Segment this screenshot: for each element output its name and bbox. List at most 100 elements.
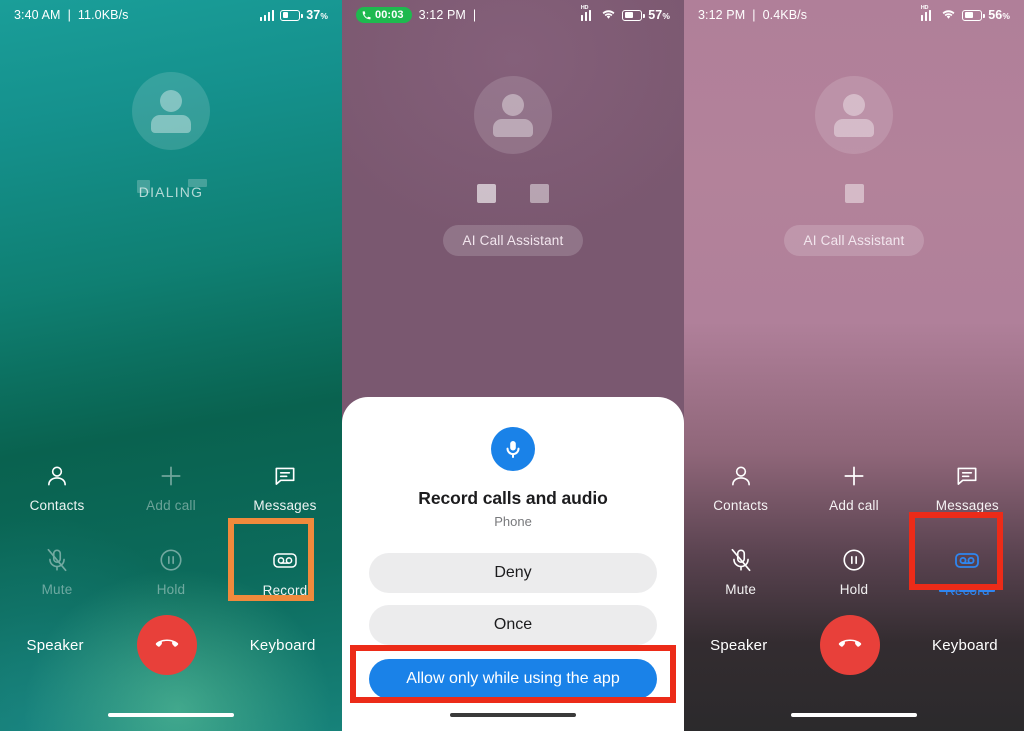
end-call-button[interactable] [136,615,197,675]
status-bar-right: HD 56% [920,5,1010,23]
battery-icon [622,9,645,21]
control-record[interactable]: Record [228,536,342,608]
once-button[interactable]: Once [369,605,657,645]
control-label: Record [262,583,308,598]
control-record[interactable]: Record [911,536,1024,608]
control-label: Hold [839,582,869,597]
control-add-call[interactable]: Add call [114,452,228,524]
control-add-call[interactable]: Add call [797,452,910,524]
call-controls-grid: Contacts Add call Messages Mute Hold Rec… [684,452,1024,608]
person-avatar-icon [132,72,210,150]
control-label: Hold [156,582,186,597]
bottom-action-row: Speaker Keyboard [684,615,1024,675]
caller-info: AI Call Assistant [342,76,684,256]
status-network-speed: 0.4KB/s [762,8,808,22]
placeholder-glyph-icon [530,184,549,203]
control-contacts[interactable]: Contacts [0,452,114,524]
call-controls-grid: Contacts Add call Messages Mute Hold Rec… [0,452,342,608]
contacts-person-icon [44,463,70,489]
speaker-button[interactable]: Speaker [710,637,767,654]
control-label: Mute [41,582,73,597]
record-tape-icon [953,546,981,574]
person-avatar-icon [474,76,552,154]
status-time: 3:40 AM [14,8,61,22]
battery-percent: 57% [648,8,670,22]
signal-bars-icon: HD [580,5,596,21]
permission-dialog: Record calls and audio Phone Deny Once A… [342,397,684,731]
deny-button[interactable]: Deny [369,553,657,593]
status-time: 3:12 PM [698,8,746,22]
status-bar: 00:03 3:12 PM | HD 57% [342,0,684,30]
ai-call-assistant-pill[interactable]: AI Call Assistant [442,225,584,256]
status-bar-right: HD 57% [580,5,670,23]
dialog-subtitle: Phone [494,514,532,529]
status-separator: | [752,8,756,22]
control-messages[interactable]: Messages [228,452,342,524]
plus-icon [158,463,184,489]
record-tape-icon [271,546,299,574]
status-bar: 3:40 AM | 11.0KB/s 37% [0,0,342,30]
end-call-handset-icon [152,628,182,663]
caller-info: AI Call Assistant [684,76,1024,256]
message-bubble-icon [272,463,298,489]
phone-screen-dialing: 3:40 AM | 11.0KB/s 37% DIALING Contacts … [0,0,342,731]
mic-muted-icon [44,547,70,573]
control-messages[interactable]: Messages [911,452,1024,524]
pause-circle-icon [841,547,867,573]
ai-call-assistant-pill[interactable]: AI Call Assistant [783,225,925,256]
label-obscuring-overlay [939,584,996,592]
keyboard-button[interactable]: Keyboard [932,637,998,654]
battery-percent: 37% [306,8,328,22]
control-label: Add call [146,498,196,513]
home-indicator[interactable] [791,712,917,717]
phone-screen-permission: 00:03 3:12 PM | HD 57% AI Call Assistant [342,0,684,731]
plus-icon [841,463,867,489]
allow-while-using-app-button[interactable]: Allow only while using the app [369,659,657,699]
control-label: Messages [253,498,317,513]
artifact-blotch [136,180,150,193]
placeholder-glyph-icon [844,184,864,203]
unsupported-glyph-row [684,184,1024,203]
message-bubble-icon [954,463,980,489]
status-bar-left: 3:40 AM | 11.0KB/s [14,8,129,22]
status-network-speed: 11.0KB/s [77,8,129,22]
bottom-action-row: Speaker Keyboard [0,615,342,675]
control-label: Contacts [713,498,769,513]
control-hold[interactable]: Hold [114,536,228,608]
status-separator: | [472,8,477,22]
end-call-handset-icon [835,628,865,663]
contacts-person-icon [728,463,754,489]
signal-bars-icon: HD [920,5,936,21]
status-bar-left: 00:03 3:12 PM | [356,7,476,23]
call-timer-value: 00:03 [375,9,404,21]
control-mute[interactable]: Mute [0,536,114,608]
call-state-label: DIALING [136,179,208,200]
keyboard-button[interactable]: Keyboard [250,637,316,654]
home-indicator[interactable] [450,712,576,717]
dialog-title: Record calls and audio [418,488,608,508]
screenshot-board: 3:40 AM | 11.0KB/s 37% DIALING Contacts … [0,0,1024,731]
control-hold[interactable]: Hold [797,536,910,608]
end-call-button[interactable] [819,615,880,675]
microphone-icon [491,427,535,471]
home-indicator[interactable] [108,712,234,717]
phone-screen-recording: 3:12 PM | 0.4KB/s HD 56% AI Call Assista… [684,0,1024,731]
call-timer-pill[interactable]: 00:03 [356,7,412,23]
phone-handset-icon [362,10,371,20]
control-label: Messages [935,498,999,513]
battery-percent: 56% [988,8,1010,22]
control-contacts[interactable]: Contacts [684,452,797,524]
signal-bars-icon [259,9,275,21]
wifi-icon [601,8,616,23]
artifact-blotch [188,179,208,187]
battery-icon [962,9,985,21]
caller-info: DIALING [0,72,342,202]
control-label: Contacts [29,498,85,513]
unsupported-glyph-row [342,184,684,203]
control-mute[interactable]: Mute [684,536,797,608]
control-label: Add call [829,498,879,513]
wifi-icon [941,8,956,23]
speaker-button[interactable]: Speaker [26,637,83,654]
person-avatar-icon [815,76,893,154]
status-bar: 3:12 PM | 0.4KB/s HD 56% [684,0,1024,30]
